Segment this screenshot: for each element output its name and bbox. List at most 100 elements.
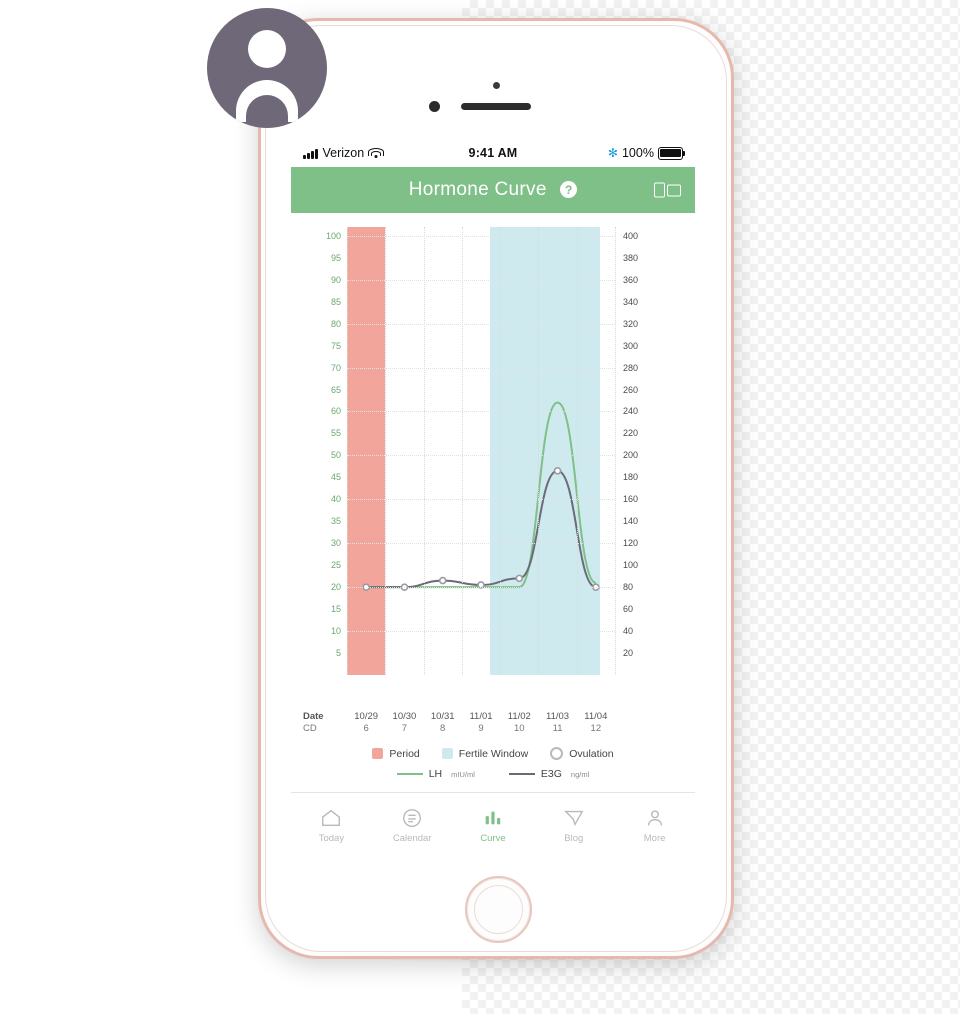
- grid-line-vertical: [461, 227, 463, 675]
- legend-row-bands: Period Fertile Window Ovulation: [291, 747, 695, 760]
- date-axis-label: 11/02 10: [501, 711, 537, 735]
- paper-plane-icon: [563, 807, 585, 829]
- legend-item-e3g: E3G ng/ml: [508, 768, 590, 780]
- wifi-icon: [368, 147, 385, 159]
- legend-label: Fertile Window: [458, 747, 529, 760]
- hormone-chart: 5 10 15 20 25 30 35 40 45 50 55 60 65 70 75 80 85 90 95 100…: [291, 213, 695, 711]
- date-axis-label: 11/04 12: [578, 711, 614, 735]
- home-icon: [320, 807, 342, 829]
- right-axis-tick: 120: [623, 538, 639, 549]
- grid-line-horizontal: [347, 543, 615, 545]
- grid-line-horizontal: [347, 499, 615, 501]
- date-axis-label: 10/29 6: [348, 711, 384, 735]
- date-label: 11/01: [469, 711, 493, 722]
- cycle-day-label: 12: [590, 723, 602, 734]
- left-axis-tick: 30: [330, 538, 341, 549]
- date-axis-label: 11/01 9: [463, 711, 499, 735]
- left-axis-tick: 45: [330, 472, 341, 483]
- phone-device: Verizon 9:41 AM ✻ 100% Hormone Curve ? 5…: [258, 18, 734, 959]
- date-axis-label: 11/03 11: [540, 711, 576, 735]
- cd-header-label: CD: [303, 723, 317, 734]
- date-axis-header: Date CD: [303, 711, 324, 735]
- series-line-e3g: [366, 469, 597, 589]
- right-axis-tick: 340: [623, 296, 639, 307]
- battery-full-icon: [657, 146, 686, 160]
- series-line-lh: [366, 401, 597, 589]
- page-title-text: Hormone Curve: [408, 179, 547, 200]
- status-bar-left: Verizon: [303, 146, 447, 160]
- cycle-day-label: 11: [552, 723, 563, 734]
- legend-unit: mIU/ml: [451, 769, 475, 779]
- proximity-sensor-icon: [493, 82, 500, 89]
- cycle-day-label: 9: [478, 723, 484, 734]
- date-label: 11/04: [584, 711, 608, 722]
- help-icon[interactable]: ?: [560, 181, 578, 199]
- home-button[interactable]: [465, 876, 532, 943]
- right-axis-tick: 100: [623, 560, 639, 571]
- tab-calendar[interactable]: Calendar: [372, 793, 453, 857]
- right-axis-tick: 20: [623, 648, 634, 659]
- person-icon: [644, 807, 666, 829]
- app-navigation-bar: Hormone Curve ?: [291, 167, 695, 213]
- tab-label: Blog: [564, 832, 584, 844]
- left-axis-tick: 20: [330, 582, 341, 593]
- legend-item-fertile-window: Fertile Window: [441, 747, 529, 760]
- right-axis-tick: 280: [623, 362, 639, 373]
- grid-line-vertical: [500, 227, 502, 675]
- tab-label: Calendar: [392, 832, 432, 844]
- legend-unit: ng/ml: [570, 769, 590, 779]
- grid-line-horizontal: [347, 235, 615, 237]
- left-axis-tick: 75: [330, 340, 341, 351]
- left-axis-tick: 80: [330, 318, 341, 329]
- chart-plot-area: [347, 227, 616, 675]
- right-axis-tick: 80: [623, 582, 634, 593]
- grid-line-horizontal: [347, 455, 615, 457]
- tab-more[interactable]: More: [614, 793, 695, 857]
- grid-line-vertical: [615, 227, 616, 675]
- grid-line-horizontal: [347, 279, 615, 281]
- date-label: 10/29: [354, 711, 379, 722]
- ovulation-marker-icon: [550, 747, 564, 760]
- tab-today[interactable]: Today: [291, 793, 372, 857]
- right-axis-tick: 180: [623, 472, 639, 483]
- status-bar-clock: 9:41 AM: [468, 146, 518, 160]
- left-axis-tick: 40: [330, 494, 341, 505]
- bottom-tab-bar: Today Calendar Curve Blog More: [291, 792, 695, 857]
- date-axis: Date CD 10/29 6 10/30 7 10/31 8 11/01 9 11/02 10 1…: [291, 711, 695, 745]
- phone-screen: Verizon 9:41 AM ✻ 100% Hormone Curve ? 5…: [291, 139, 695, 857]
- compare-view-icon[interactable]: [654, 182, 681, 198]
- left-axis-tick: 65: [330, 384, 341, 395]
- legend-line: [396, 773, 423, 775]
- right-axis-tick: 140: [623, 516, 639, 527]
- data-point-marker: [515, 574, 524, 583]
- status-bar: Verizon 9:41 AM ✻ 100%: [291, 139, 695, 167]
- bar-chart-icon: [482, 807, 504, 829]
- grid-line-horizontal: [347, 367, 615, 369]
- cycle-day-label: 8: [440, 723, 446, 734]
- legend-swatch: [372, 748, 384, 759]
- left-axis-tick: 55: [330, 428, 341, 439]
- status-bar-right: ✻ 100%: [539, 146, 686, 160]
- date-label: 10/30: [392, 711, 417, 722]
- grid-line-horizontal: [347, 587, 615, 589]
- legend-swatch: [441, 748, 453, 759]
- grid-line-vertical: [347, 227, 348, 675]
- left-axis-tick: 5: [335, 648, 341, 659]
- left-axis-tick: 70: [330, 362, 341, 373]
- legend-item-period: Period: [372, 748, 420, 760]
- right-axis-tick: 400: [623, 230, 639, 241]
- avatar-head: [248, 30, 286, 68]
- user-avatar-icon: [207, 8, 327, 128]
- legend-label: LH: [428, 768, 443, 780]
- date-label: 10/31: [430, 711, 455, 722]
- date-label: 11/02: [507, 711, 531, 722]
- right-axis-tick: 380: [623, 252, 639, 263]
- legend-label: Ovulation: [569, 747, 614, 760]
- data-point-marker: [438, 576, 447, 585]
- tab-blog[interactable]: Blog: [533, 793, 614, 857]
- grid-line-horizontal: [347, 411, 615, 413]
- grid-line-vertical: [538, 227, 540, 675]
- legend-label: E3G: [540, 768, 562, 780]
- left-axis-tick: 25: [330, 560, 341, 571]
- tab-curve[interactable]: Curve: [453, 793, 534, 857]
